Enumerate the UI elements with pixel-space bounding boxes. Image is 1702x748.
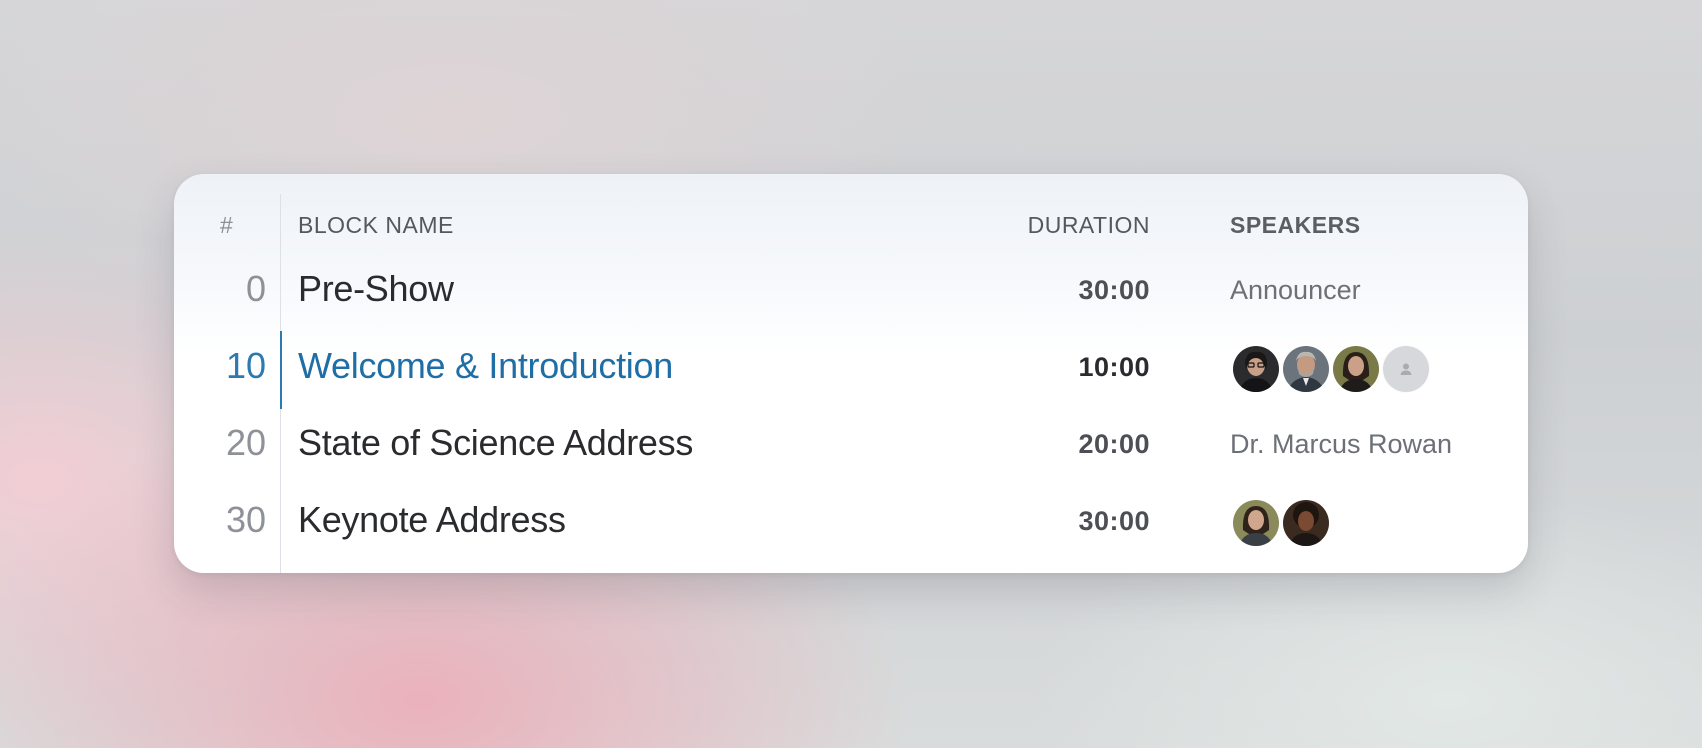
row-duration: 30:00 [1078, 506, 1150, 536]
header-number: # [220, 212, 234, 238]
active-row-indicator [280, 331, 282, 409]
avatar-woman-dark-hair[interactable] [1332, 345, 1380, 393]
row-number: 20 [225, 422, 266, 463]
row-number: 30 [225, 499, 266, 540]
table-row[interactable]: 30 Keynote Address 30:00 [174, 479, 1528, 556]
table-row[interactable]: 20 State of Science Address 20:00 Dr. Ma… [174, 402, 1528, 479]
row-speaker-name[interactable]: Dr. Marcus Rowan [1230, 429, 1452, 460]
row-number: 0 [245, 268, 266, 309]
avatar-woman-glasses[interactable] [1232, 345, 1280, 393]
row-duration: 20:00 [1078, 429, 1150, 459]
row-speaker-name[interactable]: Announcer [1230, 275, 1361, 306]
row-block-name[interactable]: Keynote Address [298, 499, 566, 541]
row-duration: 10:00 [1078, 352, 1150, 382]
row-duration: 30:00 [1078, 275, 1150, 305]
row-block-name[interactable]: Welcome & Introduction [298, 345, 673, 387]
table-row[interactable]: 0 Pre-Show 30:00 Announcer [174, 248, 1528, 325]
row-block-name[interactable]: State of Science Address [298, 422, 693, 464]
speaker-avatars [1232, 499, 1332, 547]
table-row-active[interactable]: 10 Welcome & Introduction 10:00 [174, 325, 1528, 409]
avatar-woman-curly-hair[interactable] [1282, 499, 1330, 547]
speaker-avatars [1232, 345, 1432, 393]
row-block-name[interactable]: Pre-Show [298, 268, 454, 310]
row-number: 10 [225, 345, 266, 386]
header-speakers[interactable]: SPEAKERS [1230, 212, 1361, 239]
header-duration[interactable]: DURATION [1028, 212, 1150, 239]
header-block-name[interactable]: BLOCK NAME [298, 212, 454, 239]
avatar-man-gray-beard[interactable] [1282, 345, 1330, 393]
avatar-placeholder-person-icon[interactable] [1382, 345, 1430, 393]
schedule-table-card: # BLOCK NAME DURATION SPEAKERS 0 Pre-Sho… [174, 174, 1528, 573]
avatar-woman-dark-hair[interactable] [1232, 499, 1280, 547]
